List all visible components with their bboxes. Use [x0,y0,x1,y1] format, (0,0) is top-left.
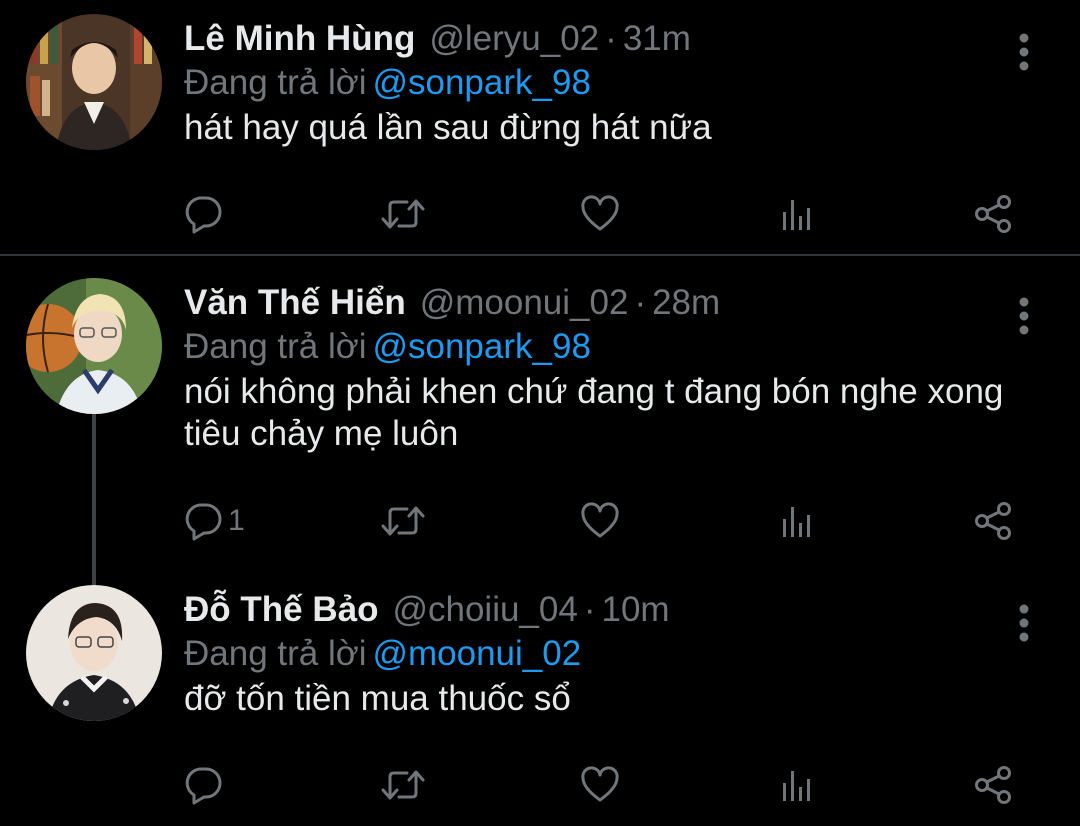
heart-icon [581,502,619,538]
author-name[interactable]: Văn Thế Hiển [184,283,406,322]
heart-icon [581,766,619,802]
tweet-divider [0,254,1080,256]
tweet-1[interactable]: Lê Minh Hùng @leryu_02 · 31m Đang trả lời @s… [0,14,1080,254]
analytics-button[interactable] [777,189,817,239]
more-vertical-icon [1019,33,1029,71]
replying-to: Đang trả lời @sonpark_98 [184,58,591,108]
replying-to-handle[interactable]: @sonpark_98 [372,63,590,102]
replying-to-label: Đang trả lời [184,327,367,366]
share-button[interactable] [973,760,1015,810]
reply-icon [185,196,222,234]
analytics-icon [783,507,810,537]
tweet-text: đỡ tốn tiền mua thuốc sổ [184,679,571,718]
like-button[interactable] [580,760,620,810]
retweet-button[interactable] [381,760,425,810]
replying-to-label: Đang trả lời [184,63,367,102]
share-icon [975,502,1011,540]
replying-to-label: Đang trả lời [184,634,367,673]
share-button[interactable] [973,496,1015,546]
reply-count: 1 [228,504,245,537]
replying-to-handle[interactable]: @sonpark_98 [372,327,590,366]
tweet-text: nói không phải khen chứ đang t đang bón … [184,372,1004,453]
replying-to-handle[interactable]: @moonui_02 [372,634,581,673]
author-name[interactable]: Đỗ Thế Bảo [184,590,378,629]
retweet-button[interactable] [381,496,425,546]
replying-to: Đang trả lời @moonui_02 [184,629,581,679]
like-button[interactable] [580,496,620,546]
retweet-icon [381,506,425,536]
author-handle[interactable]: @leryu_02 [429,19,599,58]
share-icon [975,766,1011,804]
action-bar: 1 [184,496,1044,546]
avatar-van-the-hien[interactable] [26,278,162,414]
avatar-do-the-bao[interactable] [26,585,162,721]
analytics-icon [783,200,810,230]
timestamp[interactable]: 10m [601,590,669,629]
share-button[interactable] [973,189,1015,239]
reply-button[interactable]: 1 [184,496,245,546]
separator-dot: · [605,19,617,58]
tweet-3[interactable]: Đỗ Thế Bảo @choiiu_04 · 10m Đang trả lời @mo… [0,585,1080,825]
more-vertical-icon [1019,604,1029,642]
timestamp[interactable]: 28m [652,283,720,322]
tweet-2[interactable]: Văn Thế Hiển @moonui_02 · 28m Đang trả lời @… [0,278,1080,578]
more-options-button[interactable] [1008,30,1040,74]
analytics-icon [783,771,810,801]
action-bar [184,760,1044,810]
retweet-icon [381,199,425,229]
separator-dot: · [634,283,647,322]
author-handle[interactable]: @moonui_02 [420,283,629,322]
replying-to: Đang trả lời @sonpark_98 [184,322,591,372]
author-handle[interactable]: @choiiu_04 [392,590,577,629]
analytics-button[interactable] [777,760,817,810]
action-bar [184,189,1044,239]
reply-icon [185,767,222,805]
tweet-text: hát hay quá lần sau đừng hát nữa [184,108,712,147]
reply-button[interactable] [184,189,228,239]
tweet-header: Lê Minh Hùng @leryu_02 · 31m [184,14,691,64]
share-icon [975,195,1011,233]
more-options-button[interactable] [1008,601,1040,645]
avatar-le-minh-hung[interactable] [26,14,162,150]
reply-button[interactable] [184,760,228,810]
more-vertical-icon [1019,297,1029,335]
heart-icon [581,195,619,231]
more-options-button[interactable] [1008,294,1040,338]
reply-icon [185,503,222,541]
tweet-header: Đỗ Thế Bảo @choiiu_04 · 10m [184,585,670,635]
tweet-header: Văn Thế Hiển @moonui_02 · 28m [184,278,720,328]
timestamp[interactable]: 31m [623,19,691,58]
like-button[interactable] [580,189,620,239]
separator-dot: · [583,590,596,629]
analytics-button[interactable] [777,496,817,546]
retweet-icon [381,770,425,800]
author-name[interactable]: Lê Minh Hùng [184,19,415,58]
retweet-button[interactable] [381,189,425,239]
